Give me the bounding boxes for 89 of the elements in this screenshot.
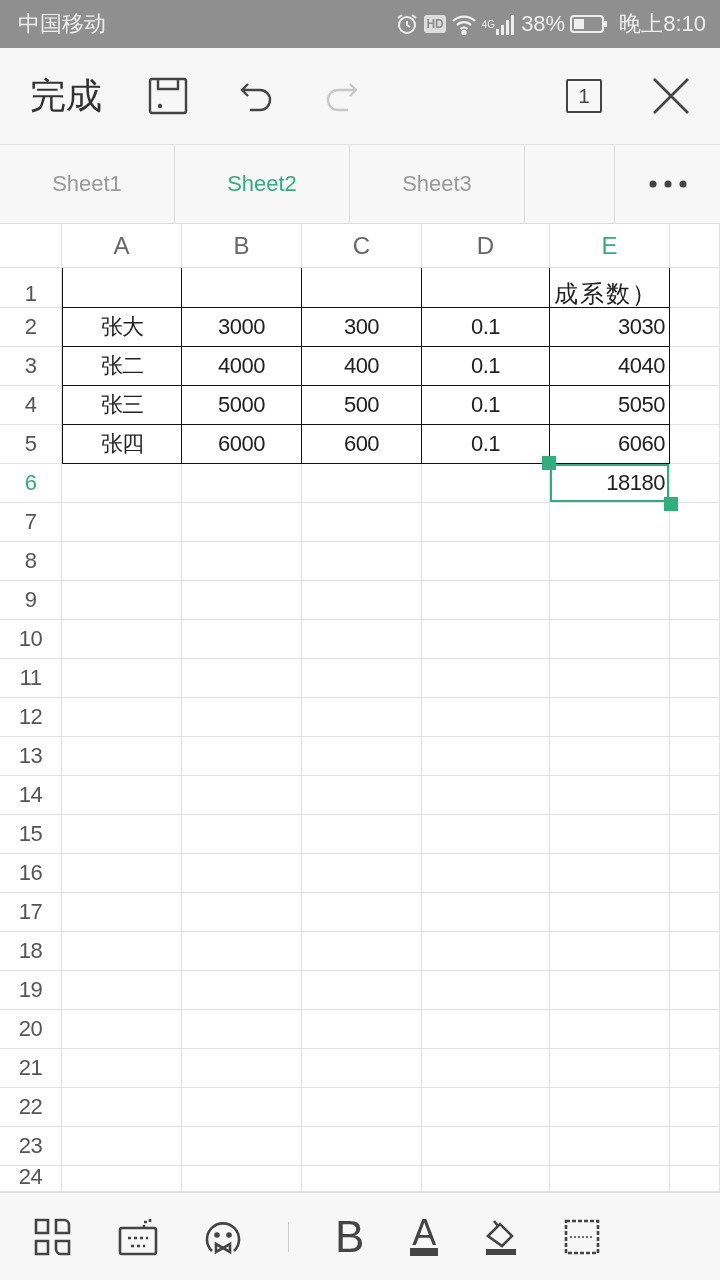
row-header[interactable]: 15 [0,815,62,854]
table-cell: 5000 [182,386,302,425]
signal-icon [496,13,517,35]
clock-time: 晚上8:10 [619,10,706,38]
row-header[interactable]: 20 [0,1010,62,1049]
table-cell: 3000 [182,308,302,347]
font-color-button[interactable]: A [410,1217,439,1256]
row-header[interactable]: 13 [0,737,62,776]
table-cell [670,737,720,776]
table-cell [670,815,720,854]
table-cell: 0.1 [422,347,550,386]
row-header[interactable]: 1 [0,268,62,308]
row-header[interactable]: 3 [0,347,62,386]
table-cell [670,503,720,542]
row-header[interactable]: 9 [0,581,62,620]
done-button[interactable]: 完成 [30,71,102,121]
table-cell: 3030 [550,308,670,347]
row-header[interactable]: 19 [0,971,62,1010]
table-cell [670,698,720,737]
table-cell: 张四 [62,425,182,464]
table-cell: 成系数） [550,268,670,308]
table-cell: 6000 [182,425,302,464]
row-header[interactable]: 23 [0,1127,62,1166]
table-cell: 0.1 [422,308,550,347]
keyboard-icon[interactable] [118,1217,158,1256]
row-header[interactable]: 12 [0,698,62,737]
selected-cell[interactable]: 18180 [550,464,670,503]
network-label: 4G [481,19,496,30]
row-header[interactable]: 7 [0,503,62,542]
table-cell [670,893,720,932]
table-cell [670,776,720,815]
table-cell [670,971,720,1010]
table-cell: 张三 [62,386,182,425]
battery-icon [570,14,609,34]
selection-handle[interactable] [542,456,556,470]
table-cell [670,386,720,425]
table-cell [670,620,720,659]
table-cell [670,854,720,893]
apps-icon[interactable] [32,1216,72,1257]
row-header[interactable]: 4 [0,386,62,425]
table-cell: 400 [302,347,422,386]
close-icon[interactable] [652,77,690,115]
column-header[interactable]: D [422,224,550,268]
table-cell [670,1049,720,1088]
table-cell [670,1010,720,1049]
table-cell [670,425,720,464]
row-header[interactable]: 18 [0,932,62,971]
row-header[interactable]: 22 [0,1088,62,1127]
row-header[interactable]: 2 [0,308,62,347]
row-header[interactable]: 16 [0,854,62,893]
border-icon[interactable] [564,1218,601,1255]
save-icon[interactable] [148,77,188,115]
row-header[interactable]: 10 [0,620,62,659]
table-cell [670,932,720,971]
table-cell [670,581,720,620]
table-cell [670,659,720,698]
row-header[interactable]: 14 [0,776,62,815]
battery-percent: 38% [521,11,566,37]
table-cell [670,308,720,347]
corner-cell[interactable] [0,224,62,268]
row-header[interactable]: 5 [0,425,62,464]
table-cell: 张二 [62,347,182,386]
table-cell: 300 [302,308,422,347]
table-cell: 张大 [62,308,182,347]
row-header[interactable]: 21 [0,1049,62,1088]
wifi-icon [450,13,477,35]
column-header[interactable]: C [302,224,422,268]
carrier-name: 中国移动 [18,10,106,38]
row-header[interactable]: 8 [0,542,62,581]
table-cell: 0.1 [422,386,550,425]
hd-badge: HD [424,15,446,33]
table-cell: 5050 [550,386,670,425]
table-cell [670,347,720,386]
column-header[interactable]: B [182,224,302,268]
column-header[interactable]: A [62,224,182,268]
bold-button[interactable]: B [335,1214,365,1259]
table-cell [670,1127,720,1166]
page-count-button[interactable]: 1 [566,79,602,113]
more-icon[interactable] [648,180,687,188]
table-cell: 4000 [182,347,302,386]
table-cell [670,1088,720,1127]
table-cell: 4040 [550,347,670,386]
table-cell [670,542,720,581]
table-cell: 500 [302,386,422,425]
selection-handle[interactable] [664,497,678,511]
row-header[interactable]: 17 [0,893,62,932]
table-cell [670,268,720,308]
row-header[interactable]: 11 [0,659,62,698]
table-cell: 600 [302,425,422,464]
